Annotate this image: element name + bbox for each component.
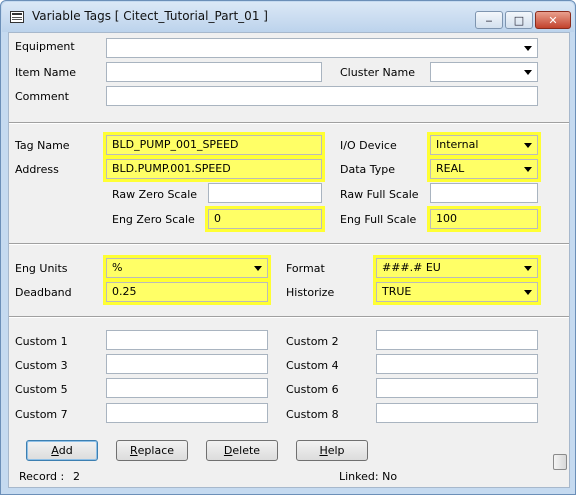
eng-zero-scale-label: Eng Zero Scale bbox=[112, 213, 195, 226]
custom-5-input[interactable] bbox=[106, 378, 268, 398]
custom-3-input[interactable] bbox=[106, 354, 268, 374]
comment-input[interactable] bbox=[106, 86, 538, 106]
delete-button[interactable]: Delete bbox=[206, 440, 278, 461]
historize-dropdown[interactable]: TRUE bbox=[376, 282, 538, 302]
form-client-area: Equipment Item Name Cluster Name Comment… bbox=[8, 32, 570, 488]
io-device-dropdown[interactable]: Internal bbox=[430, 135, 538, 155]
close-button[interactable]: ✕ bbox=[535, 11, 571, 29]
custom-8-label: Custom 8 bbox=[286, 408, 339, 421]
add-button[interactable]: Add bbox=[26, 440, 98, 461]
equipment-label: Equipment bbox=[15, 40, 75, 53]
help-button[interactable]: Help bbox=[296, 440, 368, 461]
chevron-down-icon bbox=[524, 266, 532, 271]
linked-status: Linked: No bbox=[339, 470, 398, 483]
custom-7-label: Custom 7 bbox=[15, 408, 68, 421]
section-divider bbox=[9, 122, 569, 124]
custom-7-input[interactable] bbox=[106, 403, 268, 423]
close-icon: ✕ bbox=[548, 13, 558, 27]
eng-full-scale-label: Eng Full Scale bbox=[340, 213, 417, 226]
io-device-label: I/O Device bbox=[340, 139, 397, 152]
eng-zero-scale-input[interactable]: 0 bbox=[208, 209, 322, 229]
deadband-input[interactable]: 0.25 bbox=[106, 282, 268, 302]
item-name-label: Item Name bbox=[15, 66, 76, 79]
item-name-input[interactable] bbox=[106, 62, 322, 82]
variable-tags-window: Variable Tags [ Citect_Tutorial_Part_01 … bbox=[0, 0, 576, 495]
minimize-icon: ‒ bbox=[485, 13, 493, 27]
custom-3-label: Custom 3 bbox=[15, 359, 68, 372]
data-type-label: Data Type bbox=[340, 163, 396, 176]
custom-4-label: Custom 4 bbox=[286, 359, 339, 372]
section-divider bbox=[9, 316, 569, 318]
data-type-dropdown[interactable]: REAL bbox=[430, 159, 538, 179]
chevron-down-icon bbox=[524, 70, 532, 75]
chevron-down-icon bbox=[254, 266, 262, 271]
maximize-icon: □ bbox=[513, 13, 525, 27]
custom-4-input[interactable] bbox=[376, 354, 538, 374]
historize-label: Historize bbox=[286, 286, 335, 299]
comment-label: Comment bbox=[15, 90, 69, 103]
custom-6-input[interactable] bbox=[376, 378, 538, 398]
custom-1-label: Custom 1 bbox=[15, 335, 68, 348]
title-bar[interactable]: Variable Tags [ Citect_Tutorial_Part_01 … bbox=[2, 2, 574, 32]
custom-8-input[interactable] bbox=[376, 403, 538, 423]
custom-5-label: Custom 5 bbox=[15, 383, 68, 396]
window-title: Variable Tags [ Citect_Tutorial_Part_01 … bbox=[32, 9, 268, 23]
chevron-down-icon bbox=[524, 46, 532, 51]
format-dropdown[interactable]: ###.# EU bbox=[376, 258, 538, 278]
table-window-icon bbox=[10, 11, 24, 23]
cluster-name-label: Cluster Name bbox=[340, 66, 415, 79]
eng-units-label: Eng Units bbox=[15, 262, 68, 275]
raw-zero-scale-input[interactable] bbox=[208, 183, 322, 203]
equipment-dropdown[interactable] bbox=[106, 38, 538, 58]
replace-button[interactable]: Replace bbox=[116, 440, 188, 461]
custom-2-input[interactable] bbox=[376, 330, 538, 350]
maximize-button[interactable]: □ bbox=[505, 11, 533, 29]
section-divider bbox=[9, 243, 569, 245]
chevron-down-icon bbox=[524, 143, 532, 148]
custom-2-label: Custom 2 bbox=[286, 335, 339, 348]
chevron-down-icon bbox=[524, 167, 532, 172]
record-number: 2 bbox=[73, 470, 80, 483]
tag-name-input[interactable]: BLD_PUMP_001_SPEED bbox=[106, 135, 322, 155]
record-label: Record : bbox=[19, 470, 65, 483]
tag-name-label: Tag Name bbox=[15, 139, 70, 152]
raw-zero-scale-label: Raw Zero Scale bbox=[112, 188, 198, 201]
custom-1-input[interactable] bbox=[106, 330, 268, 350]
address-input[interactable]: BLD.PUMP.001.SPEED bbox=[106, 159, 322, 179]
custom-6-label: Custom 6 bbox=[286, 383, 339, 396]
minimize-button[interactable]: ‒ bbox=[475, 11, 503, 29]
record-scrollbar-thumb[interactable] bbox=[553, 454, 567, 470]
deadband-label: Deadband bbox=[15, 286, 72, 299]
address-label: Address bbox=[15, 163, 59, 176]
format-label: Format bbox=[286, 262, 325, 275]
cluster-name-dropdown[interactable] bbox=[430, 62, 538, 82]
raw-full-scale-label: Raw Full Scale bbox=[340, 188, 419, 201]
eng-units-dropdown[interactable]: % bbox=[106, 258, 268, 278]
eng-full-scale-input[interactable]: 100 bbox=[430, 209, 538, 229]
raw-full-scale-input[interactable] bbox=[430, 183, 538, 203]
chevron-down-icon bbox=[524, 290, 532, 295]
